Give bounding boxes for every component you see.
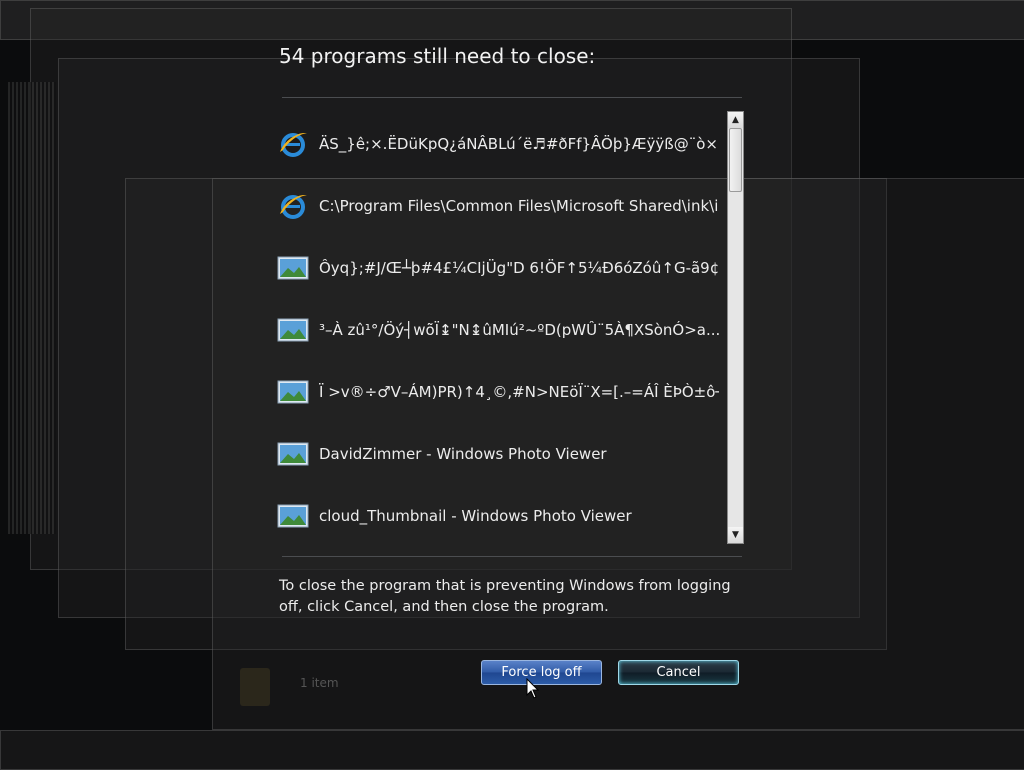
program-list-item[interactable]: Ï >v®÷♂V–ÁM)PR)↑4¸©,#N>NEöÏ¨X=[.–=ÁÎ ÈÞÒ… xyxy=(276,372,724,412)
mouse-pointer-icon xyxy=(526,678,540,699)
photo-viewer-icon xyxy=(276,375,310,409)
folder-icon xyxy=(240,668,270,706)
photo-viewer-icon xyxy=(276,251,310,285)
program-list-item[interactable]: Ôyq};#J/Œ┴þ#4£¼CIjÜg"D 6!ÖF↑5¼Ð6óZóû↑G-ã… xyxy=(276,248,724,288)
background-noise-strip xyxy=(8,82,56,534)
program-list-scrollbar[interactable]: ▲ ▼ xyxy=(727,111,744,544)
photo-viewer-icon xyxy=(276,437,310,471)
divider xyxy=(282,556,742,557)
instruction-text: To close the program that is preventing … xyxy=(279,578,731,615)
program-list-item[interactable]: ÄS_}ê;×.ËDüKpQ¿áNÂBLú´ë♬#ðFf}ÂÖþ}Æÿÿß@¨ò… xyxy=(276,124,724,164)
cancel-button[interactable]: Cancel xyxy=(618,660,739,685)
program-list-item[interactable]: C:\Program Files\Common Files\Microsoft … xyxy=(276,186,724,226)
program-list: ÄS_}ê;×.ËDüKpQ¿áNÂBLú´ë♬#ðFf}ÂÖþ}Æÿÿß@¨ò… xyxy=(276,110,746,546)
force-log-off-button[interactable]: Force log off xyxy=(481,660,602,685)
program-name: ³–À zû¹°/Öý┤wõÏ↨"N↨ûMIú²~ºD(pWÛ¨5À¶XSònÓ… xyxy=(319,321,719,339)
taskbar xyxy=(0,730,1024,770)
scroll-thumb[interactable] xyxy=(729,128,742,192)
program-list-item[interactable]: cloud_Thumbnail - Windows Photo Viewer xyxy=(276,496,724,536)
scroll-down-button[interactable]: ▼ xyxy=(728,527,743,543)
dialog-title: 54 programs still need to close: xyxy=(279,44,596,68)
scroll-up-button[interactable]: ▲ xyxy=(728,112,743,128)
internet-explorer-icon xyxy=(276,189,310,223)
program-name: DavidZimmer - Windows Photo Viewer xyxy=(319,445,607,463)
photo-viewer-icon xyxy=(276,499,310,533)
internet-explorer-icon xyxy=(276,127,310,161)
program-name: Ï >v®÷♂V–ÁM)PR)↑4¸©,#N>NEöÏ¨X=[.–=ÁÎ ÈÞÒ… xyxy=(319,383,719,401)
program-name: C:\Program Files\Common Files\Microsoft … xyxy=(319,197,719,215)
program-name: ÄS_}ê;×.ËDüKpQ¿áNÂBLú´ë♬#ðFf}ÂÖþ}Æÿÿß@¨ò… xyxy=(319,135,719,153)
divider xyxy=(282,97,742,98)
photo-viewer-icon xyxy=(276,313,310,347)
program-list-item[interactable]: ³–À zû¹°/Öý┤wõÏ↨"N↨ûMIú²~ºD(pWÛ¨5À¶XSònÓ… xyxy=(276,310,724,350)
folder-status-text: 1 item xyxy=(300,676,339,690)
program-list-item[interactable]: DavidZimmer - Windows Photo Viewer xyxy=(276,434,724,474)
program-name: Ôyq};#J/Œ┴þ#4£¼CIjÜg"D 6!ÖF↑5¼Ð6óZóû↑G-ã… xyxy=(319,259,719,277)
program-name: cloud_Thumbnail - Windows Photo Viewer xyxy=(319,507,632,525)
